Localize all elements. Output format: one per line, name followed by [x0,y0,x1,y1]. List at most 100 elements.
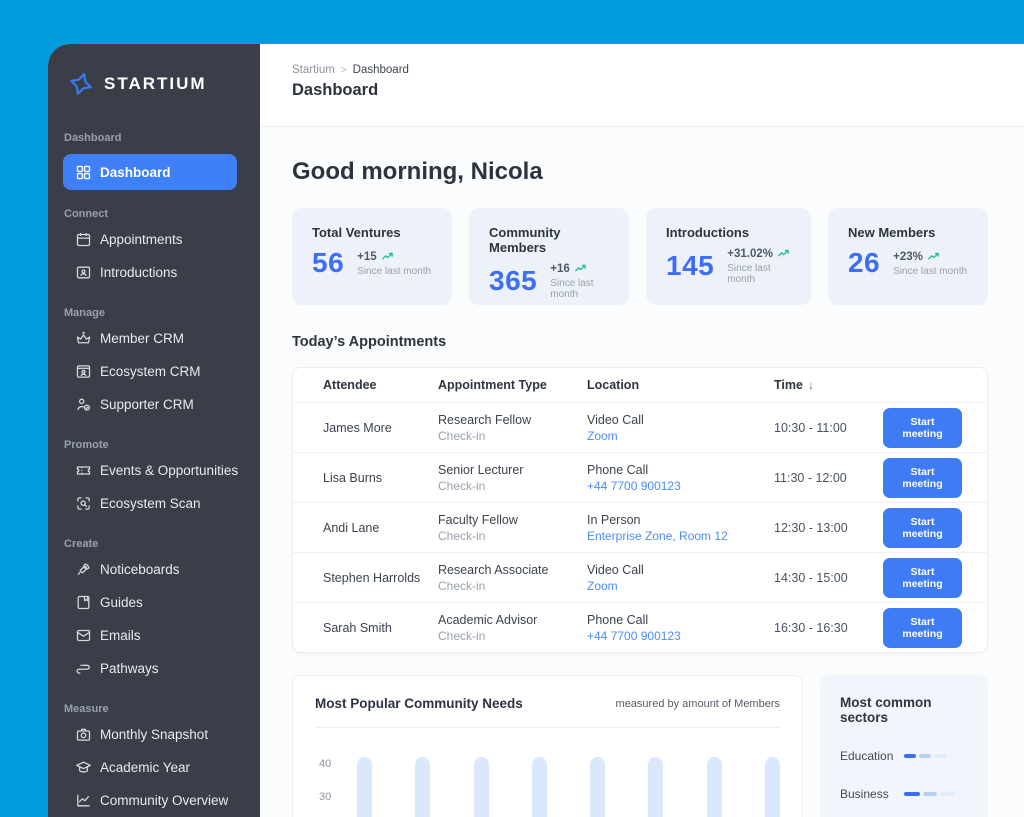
column-header-location: Location [587,378,640,392]
sidebar-item-member-crm[interactable]: Member CRM [48,322,260,355]
start-meeting-button[interactable]: Start meeting [883,607,962,648]
main-content: Startium > Dashboard Dashboard Good morn… [260,44,1024,817]
appointment-subtype: Check-in [438,628,486,643]
trend-up-icon [574,264,586,272]
sidebar-item-label: Ecosystem Scan [100,496,201,511]
location-link[interactable]: +44 7700 900123 [587,479,774,493]
stat-value: 26 [847,247,881,278]
start-meeting-button[interactable]: Start meeting [883,507,962,548]
sidebar-item-emails[interactable]: Emails [48,619,260,652]
contact-card-icon [75,363,92,380]
stat-card-community-members: Community Members 365 +16 Since last mon… [469,208,630,305]
sector-row-education: Education [840,749,968,763]
section-label-measure: Measure [64,703,109,715]
sidebar-item-label: Noticeboards [100,562,180,577]
sidebar-item-academic-year[interactable]: Academic Year [48,751,260,784]
sidebar-item-introductions[interactable]: Introductions [48,256,260,289]
trend-up-icon [778,249,789,257]
startium-star-icon [68,71,94,97]
sector-label: Business [840,787,889,801]
sidebar-item-pathways[interactable]: Pathways [48,652,260,685]
location-type: Phone Call [587,612,649,627]
scan-search-icon [75,495,92,512]
route-icon [75,660,92,677]
stat-delta: +23% [893,250,923,263]
location-link[interactable]: Zoom [587,579,774,593]
table-row: Sarah Smith Academic Advisor Check-in Pho… [293,602,987,652]
appointment-type: Research Fellow [438,412,532,427]
chevron-right-icon: > [340,64,347,76]
camera-icon [75,726,92,743]
id-badge-icon [75,264,92,281]
sidebar-item-ecosystem-crm[interactable]: Ecosystem CRM [48,355,260,388]
stat-delta: +15 [357,250,377,263]
rocket-icon [75,561,92,578]
sidebar-item-monthly-snapshot[interactable]: Monthly Snapshot [48,718,260,751]
location-type: Video Call [587,412,644,427]
sidebar-item-label: Ecosystem CRM [100,364,201,379]
location-type: Video Call [587,562,644,577]
sidebar-item-label: Appointments [100,232,183,247]
appointment-type: Research Associate [438,562,549,577]
divider [315,727,780,728]
sidebar-item-dashboard[interactable]: Dashboard [63,154,237,190]
sidebar-item-noticeboards[interactable]: Noticeboards [48,553,260,586]
sidebar-item-events-opportunities[interactable]: Events & Opportunities [48,454,260,487]
start-meeting-button[interactable]: Start meeting [883,457,962,498]
column-header-type: Appointment Type [438,378,547,392]
sidebar-item-guides[interactable]: Guides [48,586,260,619]
start-meeting-button[interactable]: Start meeting [883,407,962,448]
table-row: James More Research Fellow Check-in Video… [293,402,987,452]
sidebar-item-label: Monthly Snapshot [100,727,209,742]
stat-card-introductions: Introductions 145 +31.02% Since last mon… [646,208,811,305]
stat-caption: Since last month [550,278,594,300]
needs-chart-subtitle: measured by amount of Members [615,697,780,710]
column-header-time[interactable]: Time ↓ [774,378,883,392]
section-label-dashboard: Dashboard [64,132,122,144]
sort-desc-icon[interactable]: ↓ [808,378,814,392]
dashboard-body: Good morning, Nicola Total Ventures 56 +… [260,127,1024,817]
attendee-name: Andi Lane [323,520,380,535]
stat-card-total-ventures: Total Ventures 56 +15 Since last month [292,208,453,305]
stat-value: 365 [489,265,538,296]
appointment-type: Senior Lecturer [438,462,524,477]
greeting-heading: Good morning, Nicola [292,158,543,185]
sector-row-business: Business [840,787,968,801]
y-axis-tick-30: 30 [319,791,332,803]
appointment-time: 10:30 - 11:00 [774,420,847,435]
sidebar-item-supporter-crm[interactable]: Supporter CRM [48,388,260,421]
sidebar-item-ecosystem-scan[interactable]: Ecosystem Scan [48,487,260,520]
sidebar-item-label: Emails [100,628,141,643]
stat-title: Total Ventures [312,225,401,240]
sidebar-item-community-overview[interactable]: Community Overview [48,784,260,817]
envelope-icon [75,627,92,644]
appointments-heading: Today’s Appointments [292,334,447,350]
crown-icon [75,330,92,347]
sidebar-item-label: Community Overview [100,793,229,808]
location-link[interactable]: +44 7700 900123 [587,629,774,643]
appointment-subtype: Check-in [438,528,486,543]
person-check-icon [75,396,92,413]
location-link[interactable]: Zoom [587,429,774,443]
logo-text: STARTIUM [104,74,207,93]
sidebar-item-label: Pathways [100,661,159,676]
location-type: In Person [587,512,641,527]
table-row: Lisa Burns Senior Lecturer Check-in Phone… [293,452,987,502]
y-axis-tick-40: 40 [319,758,332,770]
breadcrumb-root[interactable]: Startium [292,64,335,76]
location-link[interactable]: Enterprise Zone, Room 12 [587,529,774,543]
page-header: Startium > Dashboard Dashboard [260,44,1024,127]
sidebar-item-label: Introductions [100,265,178,280]
start-meeting-button[interactable]: Start meeting [883,557,962,598]
attendee-name: Lisa Burns [323,470,383,485]
dashboard-grid-icon [75,164,92,181]
sidebar-item-label: Member CRM [100,331,185,346]
sidebar-item-appointments[interactable]: Appointments [48,223,260,256]
sidebar-item-label: Supporter CRM [100,397,194,412]
sidebar: STARTIUM Dashboard Dashboard Connect App… [48,44,260,817]
appointment-time: 16:30 - 16:30 [774,620,848,635]
trend-up-icon [381,252,393,259]
needs-bars [357,744,780,817]
stat-title: Community Members [489,225,561,255]
community-needs-chart-card: Most Popular Community Needs measured by… [292,675,803,817]
